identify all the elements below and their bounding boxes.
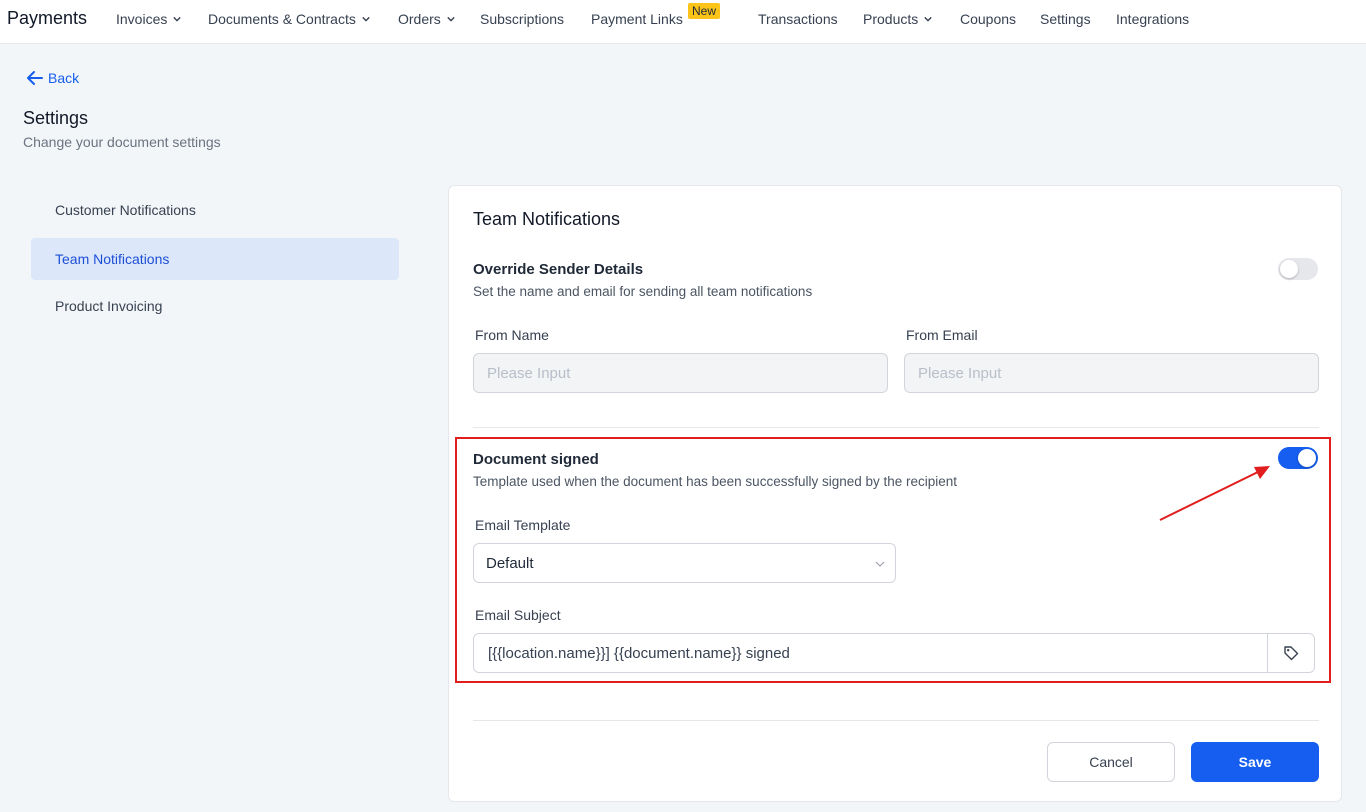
back-link[interactable]: Back <box>26 70 79 86</box>
nav-invoices[interactable]: Invoices <box>116 11 182 27</box>
arrow-left-icon <box>27 71 43 85</box>
nav-transactions[interactable]: Transactions <box>758 11 838 27</box>
nav-payment-links[interactable]: Payment Links <box>591 11 683 27</box>
email-template-value: Default <box>486 554 534 572</box>
chevron-down-icon <box>173 16 182 22</box>
section-divider <box>473 427 1319 428</box>
sidebar-item-label: Product Invoicing <box>55 298 163 314</box>
nav-payment-links-label: Payment Links <box>591 11 683 27</box>
footer-divider <box>473 720 1319 721</box>
chevron-down-icon <box>875 561 885 567</box>
merge-tag-button[interactable] <box>1267 634 1314 672</box>
nav-integrations-label: Integrations <box>1116 11 1190 27</box>
override-sender-title: Override Sender Details <box>473 261 644 278</box>
nav-transactions-label: Transactions <box>758 11 838 27</box>
toggle-knob <box>1298 449 1316 467</box>
sidebar-item-label: Customer Notifications <box>55 202 196 218</box>
nav-documents-label: Documents & Contracts <box>208 11 356 27</box>
email-subject-field[interactable]: [{{location.name}}] {{document.name}} si… <box>473 633 1315 673</box>
brand-title: Payments <box>7 8 88 28</box>
from-name-placeholder: Please Input <box>487 364 571 382</box>
nav-settings[interactable]: Settings <box>1040 11 1091 27</box>
sidebar-item-product-invoicing[interactable]: Product Invoicing <box>31 285 399 327</box>
tag-icon <box>1284 646 1299 661</box>
override-sender-toggle[interactable] <box>1278 258 1318 280</box>
from-name-label: From Name <box>475 327 549 343</box>
from-name-input[interactable]: Please Input <box>473 353 888 393</box>
nav-products[interactable]: Products <box>863 11 932 27</box>
nav-settings-label: Settings <box>1040 11 1091 27</box>
email-subject-value: [{{location.name}}] {{document.name}} si… <box>488 644 790 662</box>
from-email-label: From Email <box>906 327 978 343</box>
email-subject-label: Email Subject <box>475 607 561 623</box>
nav-subscriptions[interactable]: Subscriptions <box>480 11 564 27</box>
override-sender-description: Set the name and email for sending all t… <box>473 284 813 299</box>
nav-coupons[interactable]: Coupons <box>960 11 1016 27</box>
settings-card: Team Notifications Override Sender Detai… <box>448 185 1342 802</box>
nav-subscriptions-label: Subscriptions <box>480 11 565 27</box>
top-navigation: Payments Invoices Documents & Contracts … <box>0 0 1366 44</box>
back-label: Back <box>48 70 80 86</box>
document-signed-title: Document signed <box>473 451 599 468</box>
nav-documents-contracts[interactable]: Documents & Contracts <box>208 11 370 27</box>
card-title: Team Notifications <box>473 209 621 229</box>
page-title: Settings <box>23 108 89 128</box>
from-email-placeholder: Please Input <box>918 364 1002 382</box>
from-email-input[interactable]: Please Input <box>904 353 1319 393</box>
chevron-down-icon <box>447 16 455 22</box>
nav-coupons-label: Coupons <box>960 11 1017 27</box>
chevron-down-icon <box>362 16 370 22</box>
document-signed-toggle[interactable] <box>1278 447 1318 469</box>
chevron-down-icon <box>924 16 932 22</box>
document-signed-description: Template used when the document has been… <box>473 474 958 489</box>
sidebar-item-team-notifications[interactable]: Team Notifications <box>31 238 399 280</box>
sidebar-item-label: Team Notifications <box>55 251 170 267</box>
nav-integrations[interactable]: Integrations <box>1116 11 1189 27</box>
nav-products-label: Products <box>863 11 919 27</box>
page-subtitle: Change your document settings <box>23 134 221 150</box>
email-template-label: Email Template <box>475 517 571 533</box>
email-template-select[interactable]: Default <box>473 543 896 583</box>
nav-orders[interactable]: Orders <box>398 11 455 27</box>
nav-orders-label: Orders <box>398 11 441 27</box>
new-badge: New <box>688 3 721 19</box>
save-button[interactable]: Save <box>1191 742 1319 782</box>
sidebar-item-customer-notifications[interactable]: Customer Notifications <box>31 189 399 231</box>
cancel-button[interactable]: Cancel <box>1047 742 1175 782</box>
toggle-knob <box>1280 260 1298 278</box>
nav-invoices-label: Invoices <box>116 11 168 27</box>
